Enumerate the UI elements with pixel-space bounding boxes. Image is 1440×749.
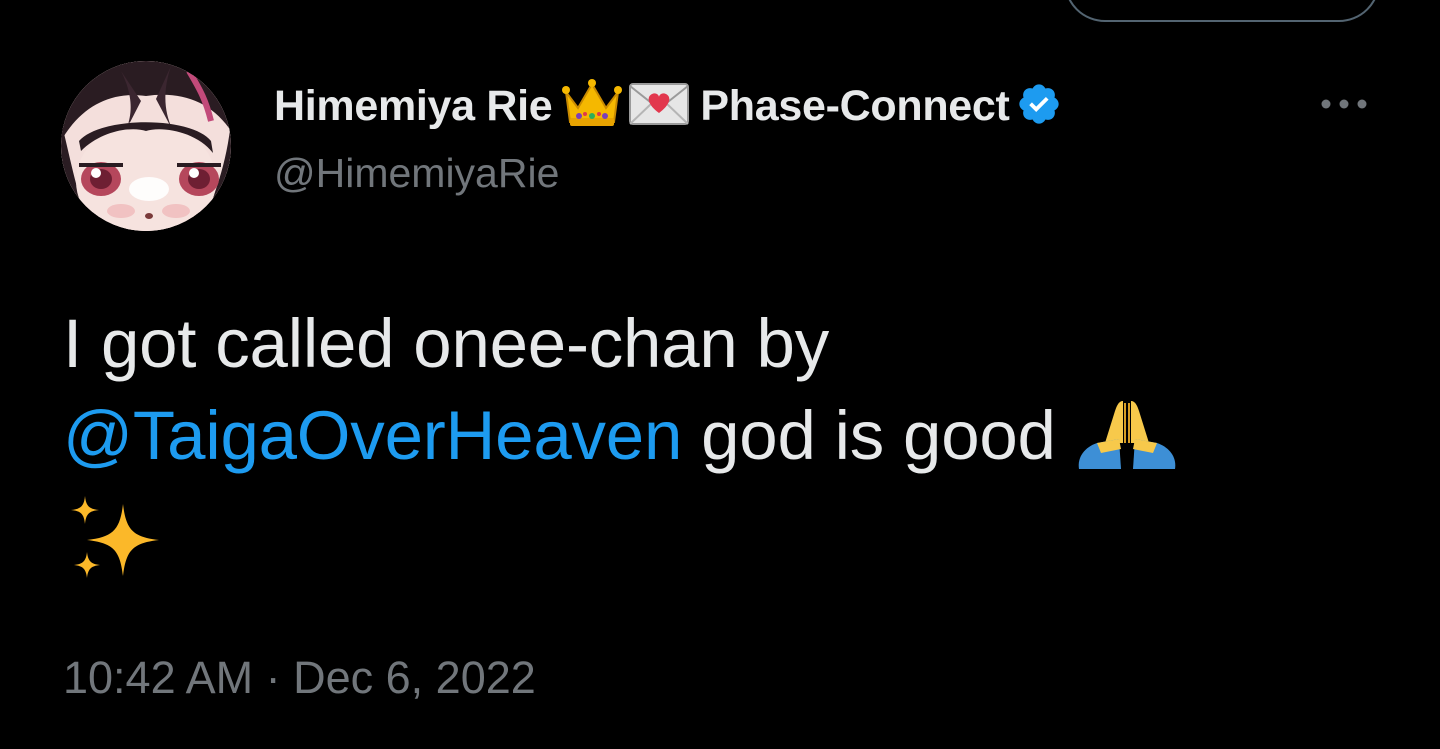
author-handle[interactable]: @HimemiyaRie <box>274 150 559 197</box>
author-org-name[interactable]: Phase-Connect <box>700 82 1009 131</box>
more-options-icon[interactable] <box>1318 92 1378 116</box>
verified-badge-icon[interactable] <box>1016 81 1062 132</box>
love-letter-icon <box>628 81 690 132</box>
tweet-author-header: Himemiya Rie Phase-Connect <box>274 78 1062 134</box>
tweet-timestamp[interactable]: 10:42 AM · Dec 6, 2022 <box>63 652 536 704</box>
partial-follow-button[interactable] <box>1064 0 1380 22</box>
mention-link[interactable]: @TaigaOverHeaven <box>63 397 682 474</box>
folded-hands-icon <box>1075 397 1179 494</box>
avatar-image <box>61 61 231 231</box>
avatar[interactable] <box>61 61 231 231</box>
tweet-text-part: god is good <box>682 397 1075 474</box>
tweet-text: I got called onee-chan by @TaigaOverHeav… <box>63 298 1393 609</box>
crown-icon <box>562 78 623 135</box>
author-display-name[interactable]: Himemiya Rie <box>274 82 553 131</box>
sparkles-icon <box>63 494 163 609</box>
tweet-text-part: I got called onee-chan by <box>63 305 830 382</box>
